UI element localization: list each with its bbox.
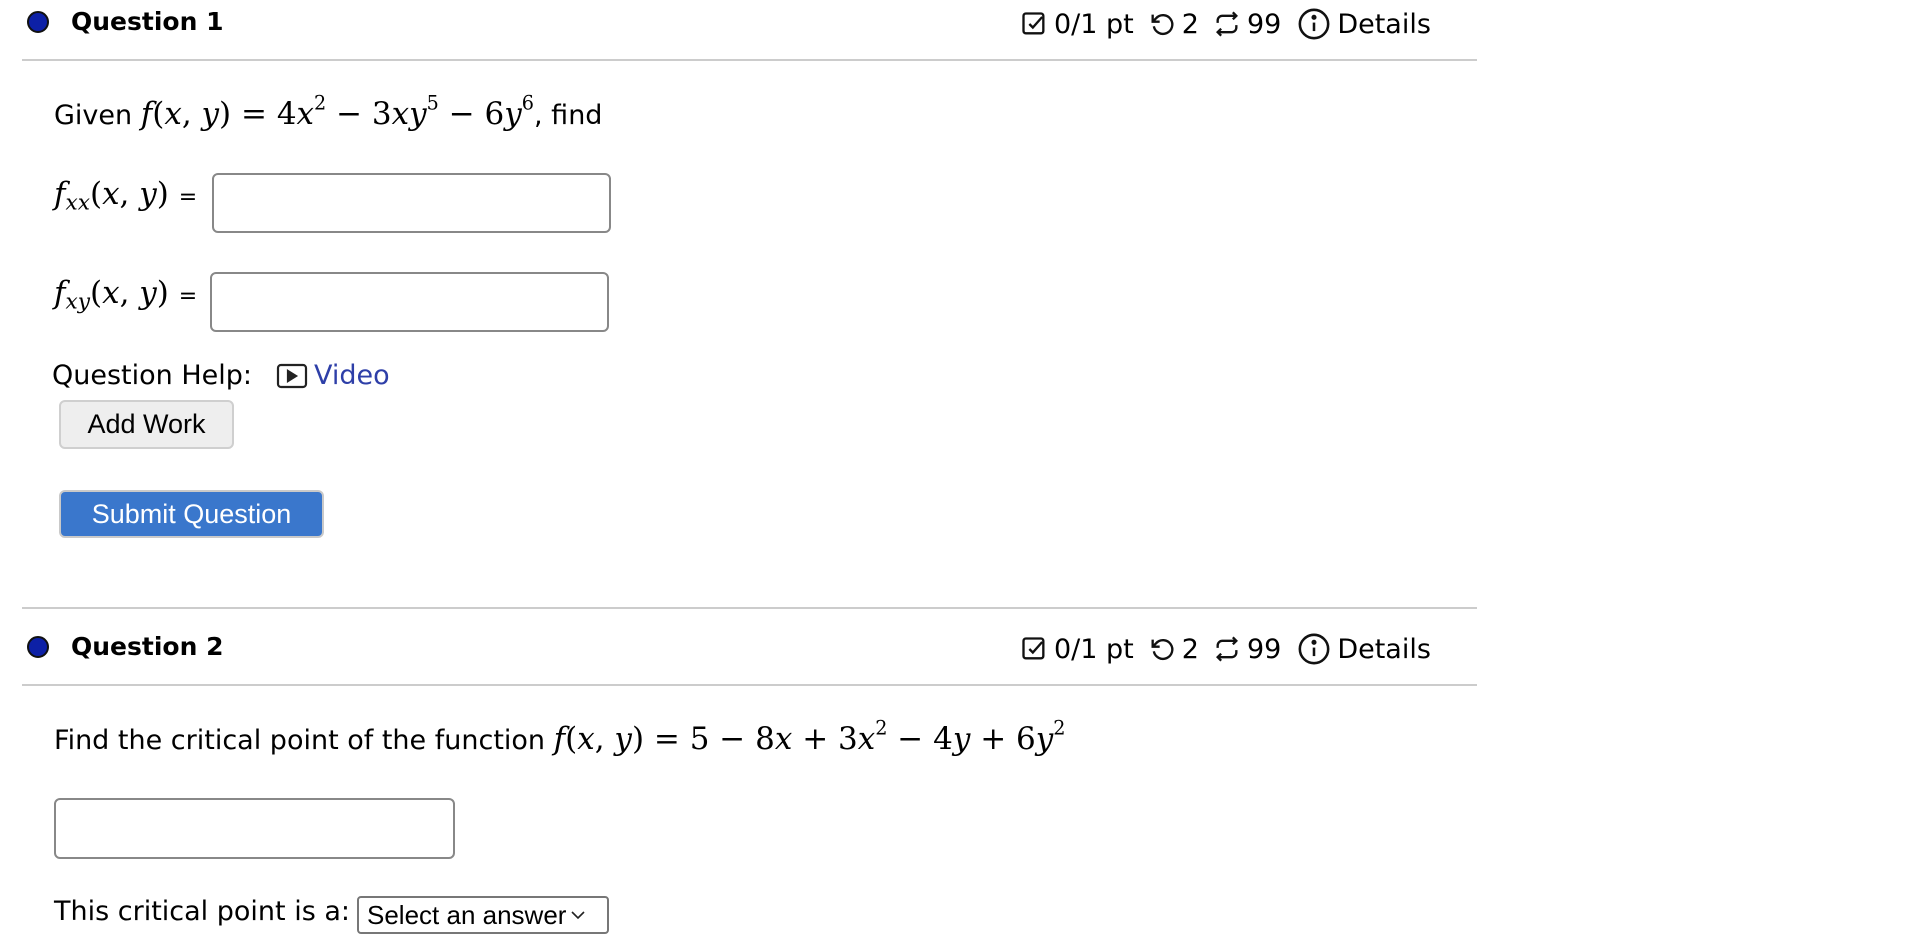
score-text: 0/1 pt (1054, 633, 1134, 665)
question-help: Question Help: Video (52, 360, 390, 391)
prompt-suffix: , find (534, 100, 603, 131)
attempts-count: 99 (1246, 8, 1282, 40)
video-icon (276, 363, 308, 388)
fxy-input[interactable] (210, 272, 609, 332)
checkbox-icon (1022, 12, 1045, 35)
header-divider (22, 684, 1477, 686)
select-value: Select an answer (367, 899, 567, 930)
details-label: Details (1337, 633, 1431, 665)
critical-point-input[interactable] (54, 798, 455, 859)
checkbox-icon (1022, 637, 1045, 660)
question-prompt: Find the critical point of the function … (54, 716, 1066, 757)
video-link[interactable]: Video (276, 360, 390, 391)
info-icon (1298, 633, 1330, 665)
function-expression: f(x, y) = 4x2 − 3xy5 − 6y6 (140, 91, 535, 132)
question-title: Question 1 (71, 7, 224, 36)
classify-label: This critical point is a: (54, 896, 350, 927)
question-meta: 0/1 pt 2 99 Details (1020, 7, 1431, 41)
help-label: Question Help: (52, 360, 252, 391)
status-dot (27, 11, 49, 33)
details-button[interactable]: Details (1297, 7, 1431, 41)
retries-count: 2 (1181, 8, 1199, 40)
info-icon (1298, 8, 1330, 40)
question-prompt: Given f(x, y) = 4x2 − 3xy5 − 6y6, find (54, 91, 603, 132)
status-dot (27, 636, 49, 658)
prompt-prefix: Given (54, 100, 133, 131)
undo-icon (1151, 639, 1174, 661)
details-label: Details (1337, 8, 1431, 40)
submit-question-button[interactable]: Submit Question (59, 490, 324, 538)
fxy-label: fxy(x, y) = (54, 275, 198, 315)
question-separator (22, 607, 1477, 609)
question-title: Question 2 (71, 632, 224, 661)
undo-icon (1151, 14, 1174, 36)
prompt-prefix: Find the critical point of the function (54, 725, 546, 756)
score-text: 0/1 pt (1054, 8, 1134, 40)
chevron-down-icon (571, 911, 586, 920)
retries-count: 2 (1181, 633, 1199, 665)
question-meta: 0/1 pt 2 99 Details (1020, 632, 1431, 666)
video-link-label: Video (314, 360, 390, 391)
header-divider (22, 59, 1477, 61)
attempts-count: 99 (1246, 633, 1282, 665)
details-button[interactable]: Details (1297, 632, 1431, 666)
repeat-icon (1215, 11, 1238, 37)
repeat-icon (1215, 636, 1238, 662)
fxx-input[interactable] (212, 173, 611, 233)
function-expression: f(x, y) = 5 − 8x + 3x2 − 4y + 6y2 (553, 716, 1066, 757)
critical-point-type-select[interactable]: Select an answer (357, 896, 609, 934)
fxx-label: fxx(x, y) = (54, 176, 198, 216)
add-work-button[interactable]: Add Work (59, 400, 234, 449)
